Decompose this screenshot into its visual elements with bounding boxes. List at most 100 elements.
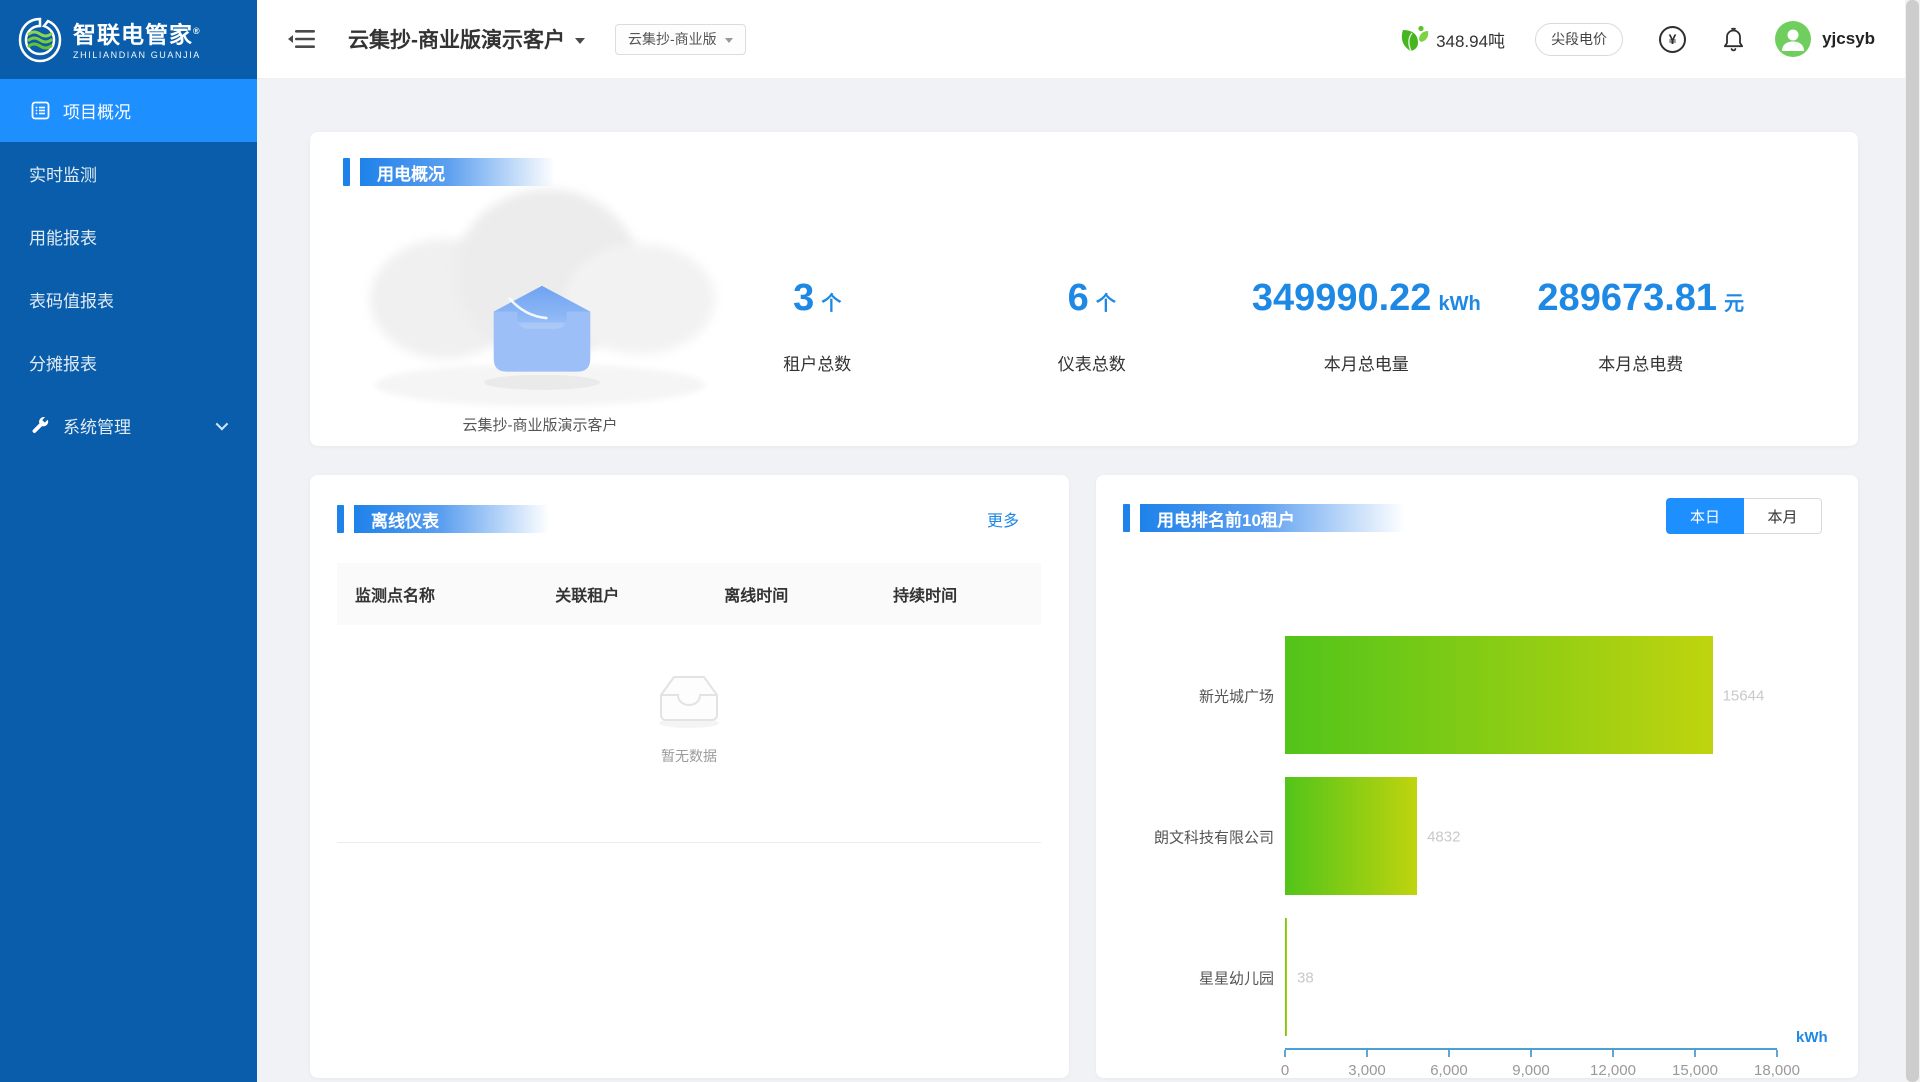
project-tag-label: 云集抄-商业版 <box>628 29 717 49</box>
axis-tick <box>1776 1050 1778 1057</box>
stat-value: 349990.22 <box>1252 278 1432 318</box>
chart-row: 朗文科技有限公司 4832 <box>1096 766 1858 907</box>
x-axis-line <box>1285 1048 1777 1050</box>
project-illustration <box>370 184 710 422</box>
section-title-text: 离线仪表 <box>354 505 549 533</box>
empty-inbox-icon <box>651 669 727 731</box>
stat-tenant-total: 3个 租户总数 <box>680 278 955 375</box>
axis-tick <box>1612 1050 1614 1057</box>
bell-icon[interactable] <box>1722 27 1745 52</box>
sidebar-item-label: 表码值报表 <box>29 287 114 312</box>
more-link[interactable]: 更多 <box>987 507 1019 531</box>
stat-unit: 元 <box>1724 284 1744 324</box>
toggle-month-button[interactable]: 本月 <box>1744 498 1822 534</box>
project-selector[interactable]: 云集抄-商业版演示客户 <box>348 24 585 54</box>
column-header-duration: 持续时间 <box>893 582 1041 606</box>
x-axis-labels: 0 3,000 6,000 9,000 12,000 15,000 18,000 <box>1285 1062 1777 1082</box>
brand-name-cn: 智联电管家® <box>73 19 201 47</box>
user-avatar-icon[interactable] <box>1775 21 1811 57</box>
sidebar-item-label: 系统管理 <box>63 413 131 438</box>
brand-name-en: ZHILIANDIAN GUANJIA <box>73 50 201 60</box>
stat-label: 本月总电量 <box>1229 350 1504 375</box>
section-accent-bar <box>343 158 350 186</box>
project-selector-label: 云集抄-商业版演示客户 <box>348 24 565 54</box>
category-label: 新光城广场 <box>1096 685 1274 706</box>
empty-state-text: 暂无数据 <box>337 746 1041 766</box>
toggle-today-button[interactable]: 本日 <box>1666 498 1744 534</box>
sidebar-item-allocation-report[interactable]: 分摊报表 <box>0 331 257 394</box>
period-toggle-group: 本日 本月 <box>1666 498 1822 534</box>
stat-label: 租户总数 <box>680 350 955 375</box>
brand-logo-icon <box>16 16 64 64</box>
section-accent-bar <box>1123 504 1130 532</box>
stat-unit: kWh <box>1438 284 1480 324</box>
yen-circle-icon[interactable]: ¥ <box>1659 26 1686 53</box>
sidebar-item-project-overview[interactable]: 项目概况 <box>0 79 257 142</box>
stat-unit: 个 <box>1096 284 1116 324</box>
leaf-co2-icon <box>1399 25 1429 53</box>
section-title-text: 用电排名前10租户 <box>1140 504 1405 532</box>
scrollbar-thumb[interactable] <box>1906 0 1919 1082</box>
sidebar-item-system-management[interactable]: 系统管理 <box>0 394 257 457</box>
bar <box>1285 918 1287 1036</box>
stat-meter-total: 6个 仪表总数 <box>955 278 1230 375</box>
caret-down-icon <box>575 38 585 44</box>
sidebar-item-label: 项目概况 <box>63 98 131 123</box>
offline-table-header: 监测点名称 关联租户 离线时间 持续时间 <box>337 563 1041 625</box>
sidebar-item-energy-report[interactable]: 用能报表 <box>0 205 257 268</box>
sidebar-item-label: 用能报表 <box>29 224 97 249</box>
sidebar: 智联电管家® ZHILIANDIAN GUANJIA 项目概况 <box>0 0 257 1082</box>
axis-tick-label: 9,000 <box>1512 1062 1550 1079</box>
axis-tick-label: 3,000 <box>1348 1062 1386 1079</box>
power-overview-card: 用电概况 <box>310 132 1858 446</box>
column-header-monitor-point: 监测点名称 <box>337 582 555 606</box>
section-title-overview: 用电概况 <box>343 158 555 186</box>
username[interactable]: yjcsyb <box>1822 29 1875 49</box>
axis-tick-label: 12,000 <box>1590 1062 1636 1079</box>
axis-tick-label: 15,000 <box>1672 1062 1718 1079</box>
axis-tick <box>1530 1050 1532 1057</box>
report-icon <box>31 101 50 120</box>
section-title-offline: 离线仪表 <box>337 505 549 533</box>
offline-table-empty-state: 暂无数据 <box>337 625 1041 843</box>
illustration-caption: 云集抄-商业版演示客户 <box>370 414 710 435</box>
axis-tick-label: 6,000 <box>1430 1062 1468 1079</box>
axis-tick <box>1448 1050 1450 1057</box>
power-ranking-card: 用电排名前10租户 本日 本月 新光城广场 15644 朗文科技有限公司 483… <box>1096 475 1858 1078</box>
stat-unit: 个 <box>821 284 841 324</box>
carbon-emission-stat: 348.94吨 <box>1399 25 1505 53</box>
category-label: 星星幼儿园 <box>1096 967 1274 988</box>
section-title-text: 用电概况 <box>360 158 555 186</box>
bar-value-label: 38 <box>1297 969 1314 986</box>
stat-value: 6 <box>1068 278 1089 318</box>
tariff-period-label: 尖段电价 <box>1551 29 1607 49</box>
offline-meters-card: 离线仪表 更多 监测点名称 关联租户 离线时间 持续时间 暂无数据 <box>310 475 1069 1078</box>
column-header-tenant: 关联租户 <box>555 582 724 606</box>
caret-down-icon <box>725 38 733 43</box>
section-accent-bar <box>337 505 344 533</box>
axis-unit-label: kWh <box>1796 1029 1828 1046</box>
stat-label: 本月总电费 <box>1504 350 1779 375</box>
carbon-emission-value: 348.94吨 <box>1436 27 1505 52</box>
registered-mark: ® <box>193 26 201 36</box>
stat-value: 3 <box>793 278 814 318</box>
column-header-offline-time: 离线时间 <box>724 582 893 606</box>
sidebar-item-meter-value-report[interactable]: 表码值报表 <box>0 268 257 331</box>
menu-fold-icon[interactable] <box>288 28 315 50</box>
chart-row: 星星幼儿园 38 <box>1096 907 1858 1048</box>
tariff-period-button[interactable]: 尖段电价 <box>1535 23 1623 56</box>
bar-value-label: 4832 <box>1427 828 1460 845</box>
project-tag-dropdown[interactable]: 云集抄-商业版 <box>615 24 746 55</box>
top-header: 云集抄-商业版演示客户 云集抄-商业版 348.94吨 尖段电价 ¥ <box>257 0 1905 79</box>
sidebar-menu: 项目概况 实时监测 用能报表 表码值报表 分摊报表 系统管理 <box>0 79 257 457</box>
chart-row: 新光城广场 15644 <box>1096 625 1858 766</box>
category-label: 朗文科技有限公司 <box>1096 826 1274 847</box>
scrollbar-track[interactable] <box>1905 0 1920 1082</box>
stat-value: 289673.81 <box>1537 278 1717 318</box>
sidebar-item-realtime-monitor[interactable]: 实时监测 <box>0 142 257 205</box>
chevron-down-icon <box>216 418 229 431</box>
blue-inbox-illustration-icon <box>467 272 617 392</box>
bar-value-label: 15644 <box>1723 687 1765 704</box>
axis-tick-label: 18,000 <box>1754 1062 1800 1079</box>
axis-tick-label: 0 <box>1281 1062 1289 1079</box>
